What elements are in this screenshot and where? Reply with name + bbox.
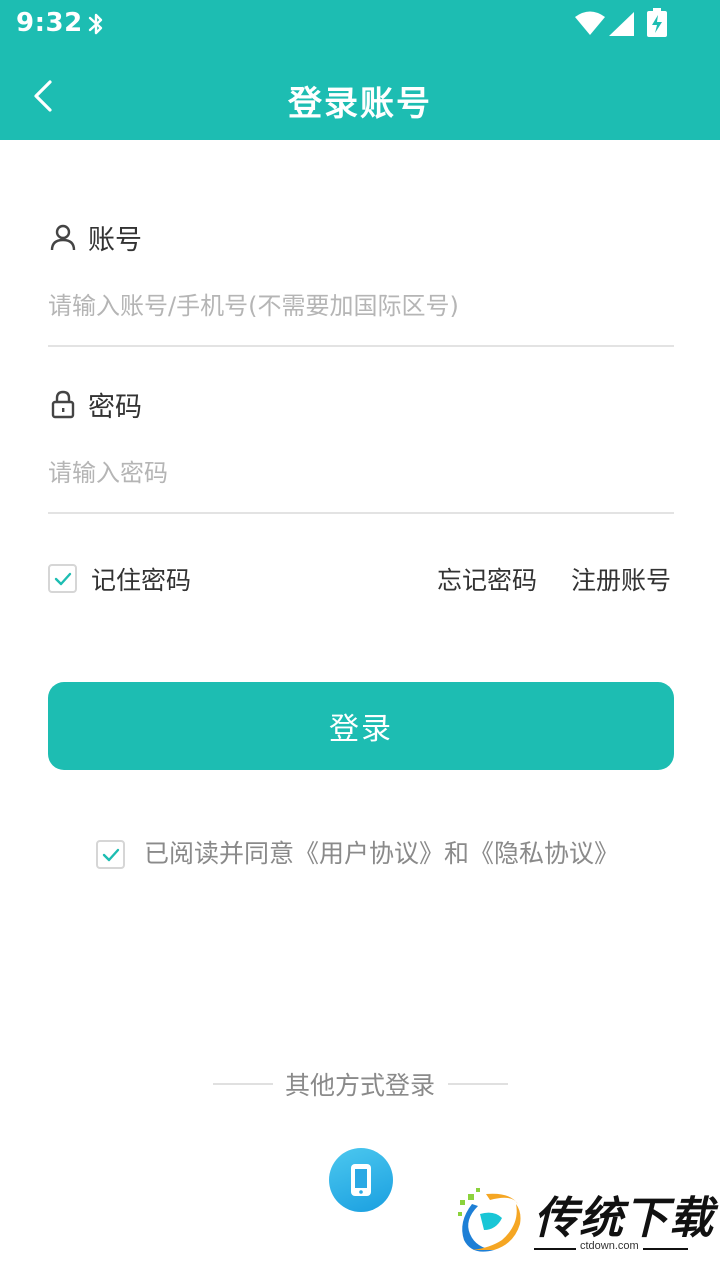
agreement-prefix: 已阅读并同意 <box>144 839 295 868</box>
agreement-checkbox[interactable] <box>96 840 125 869</box>
checkmark-icon <box>54 572 71 585</box>
watermark-name: 传统下载 <box>534 1193 714 1244</box>
wifi-icon <box>575 11 605 35</box>
forgot-password-link[interactable]: 忘记密码 <box>437 561 537 597</box>
password-divider <box>48 512 674 514</box>
other-login-divider-right <box>448 1083 508 1085</box>
status-time: 9:32 <box>16 8 83 38</box>
password-label-text: 密码 <box>88 391 142 423</box>
user-agreement-link[interactable]: 《用户协议》 <box>294 839 444 868</box>
watermark-url: ctdown.com <box>576 1240 643 1252</box>
phone-login-button[interactable] <box>329 1148 393 1212</box>
other-login-label: 其他方式登录 <box>284 1071 435 1100</box>
page-title: 登录账号 <box>288 84 432 124</box>
user-icon <box>50 224 76 251</box>
password-label: 密码 <box>48 384 142 424</box>
remember-password-label[interactable]: 记住密码 <box>91 561 191 597</box>
account-divider <box>48 345 674 347</box>
register-account-link[interactable]: 注册账号 <box>571 561 671 597</box>
phone-icon <box>351 1164 371 1196</box>
account-label-text: 账号 <box>88 224 142 256</box>
remember-password-checkbox[interactable] <box>48 564 77 593</box>
bluetooth-icon <box>88 13 103 35</box>
signal-icon <box>609 12 634 36</box>
agreement-joiner: 和 <box>444 839 470 868</box>
checkmark-icon <box>102 848 119 861</box>
watermark: 传统下载 ctdown.com <box>448 1182 713 1262</box>
agreement-text: 已阅读并同意《用户协议》和《隐私协议》 <box>144 834 619 870</box>
account-label: 账号 <box>48 217 142 257</box>
password-input[interactable] <box>48 443 674 503</box>
login-button[interactable]: 登录 <box>48 682 674 770</box>
privacy-agreement-link[interactable]: 《隐私协议》 <box>469 839 619 868</box>
app-bar: 登录账号 <box>0 52 720 140</box>
lock-icon <box>51 390 75 419</box>
battery-charging-icon <box>647 8 667 37</box>
status-bar: 9:32 <box>0 0 720 52</box>
ctdown-logo-icon <box>458 1188 521 1252</box>
account-input[interactable] <box>48 276 674 336</box>
